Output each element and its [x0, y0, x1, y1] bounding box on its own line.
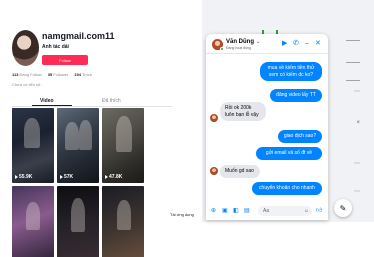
message-out: gửi email và số đt về: [256, 147, 322, 160]
video-thumbnail[interactable]: [12, 186, 54, 257]
image-icon[interactable]: ▣: [222, 208, 228, 214]
message-in: Muốn gd sao: [220, 165, 260, 178]
video-call-icon[interactable]: ▶: [282, 40, 287, 47]
video-thumbnail[interactable]: 55.9K: [12, 108, 54, 183]
view-count: 55.9K: [15, 174, 32, 180]
message-composer: ⊕ ▣ ◧ ▤ Aa ☺ 👍︎: [206, 202, 328, 220]
message-list[interactable]: mua về kiếm tiền thử xem có kiếm dc ko? …: [206, 56, 328, 196]
active-tab-indicator: [32, 105, 72, 106]
phone-icon[interactable]: ✆: [293, 40, 299, 47]
contact-status: Đang hoạt động: [226, 46, 251, 50]
contact-avatar: [210, 167, 218, 175]
thumbnail-figure: [71, 198, 85, 232]
stat-likes: 194Thích: [74, 72, 92, 77]
close-icon[interactable]: ×: [356, 120, 360, 126]
emoji-icon[interactable]: ☺: [304, 208, 309, 214]
thumbnail-figure: [117, 200, 131, 230]
message-out: chuyển khoản cho nhanh: [252, 182, 322, 195]
message-placeholder: Aa: [263, 208, 270, 214]
video-grid: 55.9K 57K 47.8K: [12, 108, 144, 257]
message-out: giao dịch sao?: [278, 130, 322, 143]
play-icon: [15, 175, 18, 179]
stat-following[interactable]: 113Đang Follow: [12, 72, 42, 77]
play-icon: [60, 175, 63, 179]
thumbnail-figure: [65, 122, 79, 150]
contact-name[interactable]: Văn Dũng ⌄: [226, 38, 261, 45]
close-icon[interactable]: ✕: [315, 40, 321, 47]
tab-liked[interactable]: Đã thích: [102, 98, 121, 104]
profile-username: namgmail.com11: [42, 31, 115, 41]
contact-avatar: [210, 114, 218, 122]
message-in: Rồi ok 200k luôn bạn lỗ vậy: [220, 102, 266, 121]
video-thumbnail[interactable]: [57, 186, 99, 257]
message-out: đăng video lấy TT: [270, 89, 322, 102]
profile-bio: Chưa có tiểu sử.: [12, 82, 42, 87]
profile-stats: 113Đang Follow 35Follower 194Thích: [12, 72, 92, 77]
more-icon[interactable]: ⋯: [354, 160, 360, 167]
thumbnail-figure: [116, 116, 132, 152]
minimize-icon[interactable]: –: [305, 40, 309, 47]
menu-line: [346, 62, 360, 63]
tab-videos[interactable]: Video: [40, 98, 54, 104]
thumbnail-figure: [26, 202, 40, 230]
more-icon[interactable]: ⋯: [354, 188, 360, 195]
edit-icon: ✎: [339, 203, 347, 213]
profile-avatar[interactable]: [12, 30, 39, 66]
thumbnail-figure: [79, 120, 92, 150]
like-icon[interactable]: 👍︎: [316, 208, 322, 214]
view-count: 47.8K: [105, 174, 122, 180]
profile-tabs: Video Đã thích: [12, 98, 172, 107]
menu-line: [346, 80, 360, 81]
plus-icon[interactable]: ⊕: [211, 208, 216, 214]
chevron-down-icon[interactable]: ⌄: [256, 39, 261, 45]
video-thumbnail[interactable]: [102, 186, 144, 257]
message-out: mua về kiếm tiền thử xem có kiếm dc ko?: [260, 62, 322, 81]
video-thumbnail[interactable]: 47.8K: [102, 108, 144, 183]
follow-button[interactable]: Follow: [42, 55, 88, 65]
new-message-button[interactable]: ✎: [334, 199, 352, 217]
thumbnail-figure: [24, 118, 40, 148]
chat-header[interactable]: Văn Dũng ⌄ Đang hoạt động ▶ ✆ – ✕: [206, 34, 328, 54]
profile-page: namgmail.com11 Anh tác dải Follow 113Đan…: [0, 0, 200, 257]
play-icon: [105, 175, 108, 179]
gif-icon[interactable]: ▤: [244, 208, 250, 214]
video-thumbnail[interactable]: 57K: [57, 108, 99, 183]
stat-followers[interactable]: 35Follower: [48, 72, 69, 77]
message-input[interactable]: Aa ☺: [258, 206, 312, 216]
profile-subtitle: Anh tác dải: [42, 44, 69, 50]
online-indicator: [220, 47, 224, 51]
more-icon[interactable]: ⋯: [354, 88, 360, 95]
menu-line: [346, 40, 360, 41]
view-count: 57K: [60, 174, 73, 180]
sticker-icon[interactable]: ◧: [233, 208, 239, 214]
chat-window: Văn Dũng ⌄ Đang hoạt động ▶ ✆ – ✕ mua về…: [206, 34, 328, 220]
get-app-link[interactable]: Tải ứng dụng: [170, 212, 194, 217]
